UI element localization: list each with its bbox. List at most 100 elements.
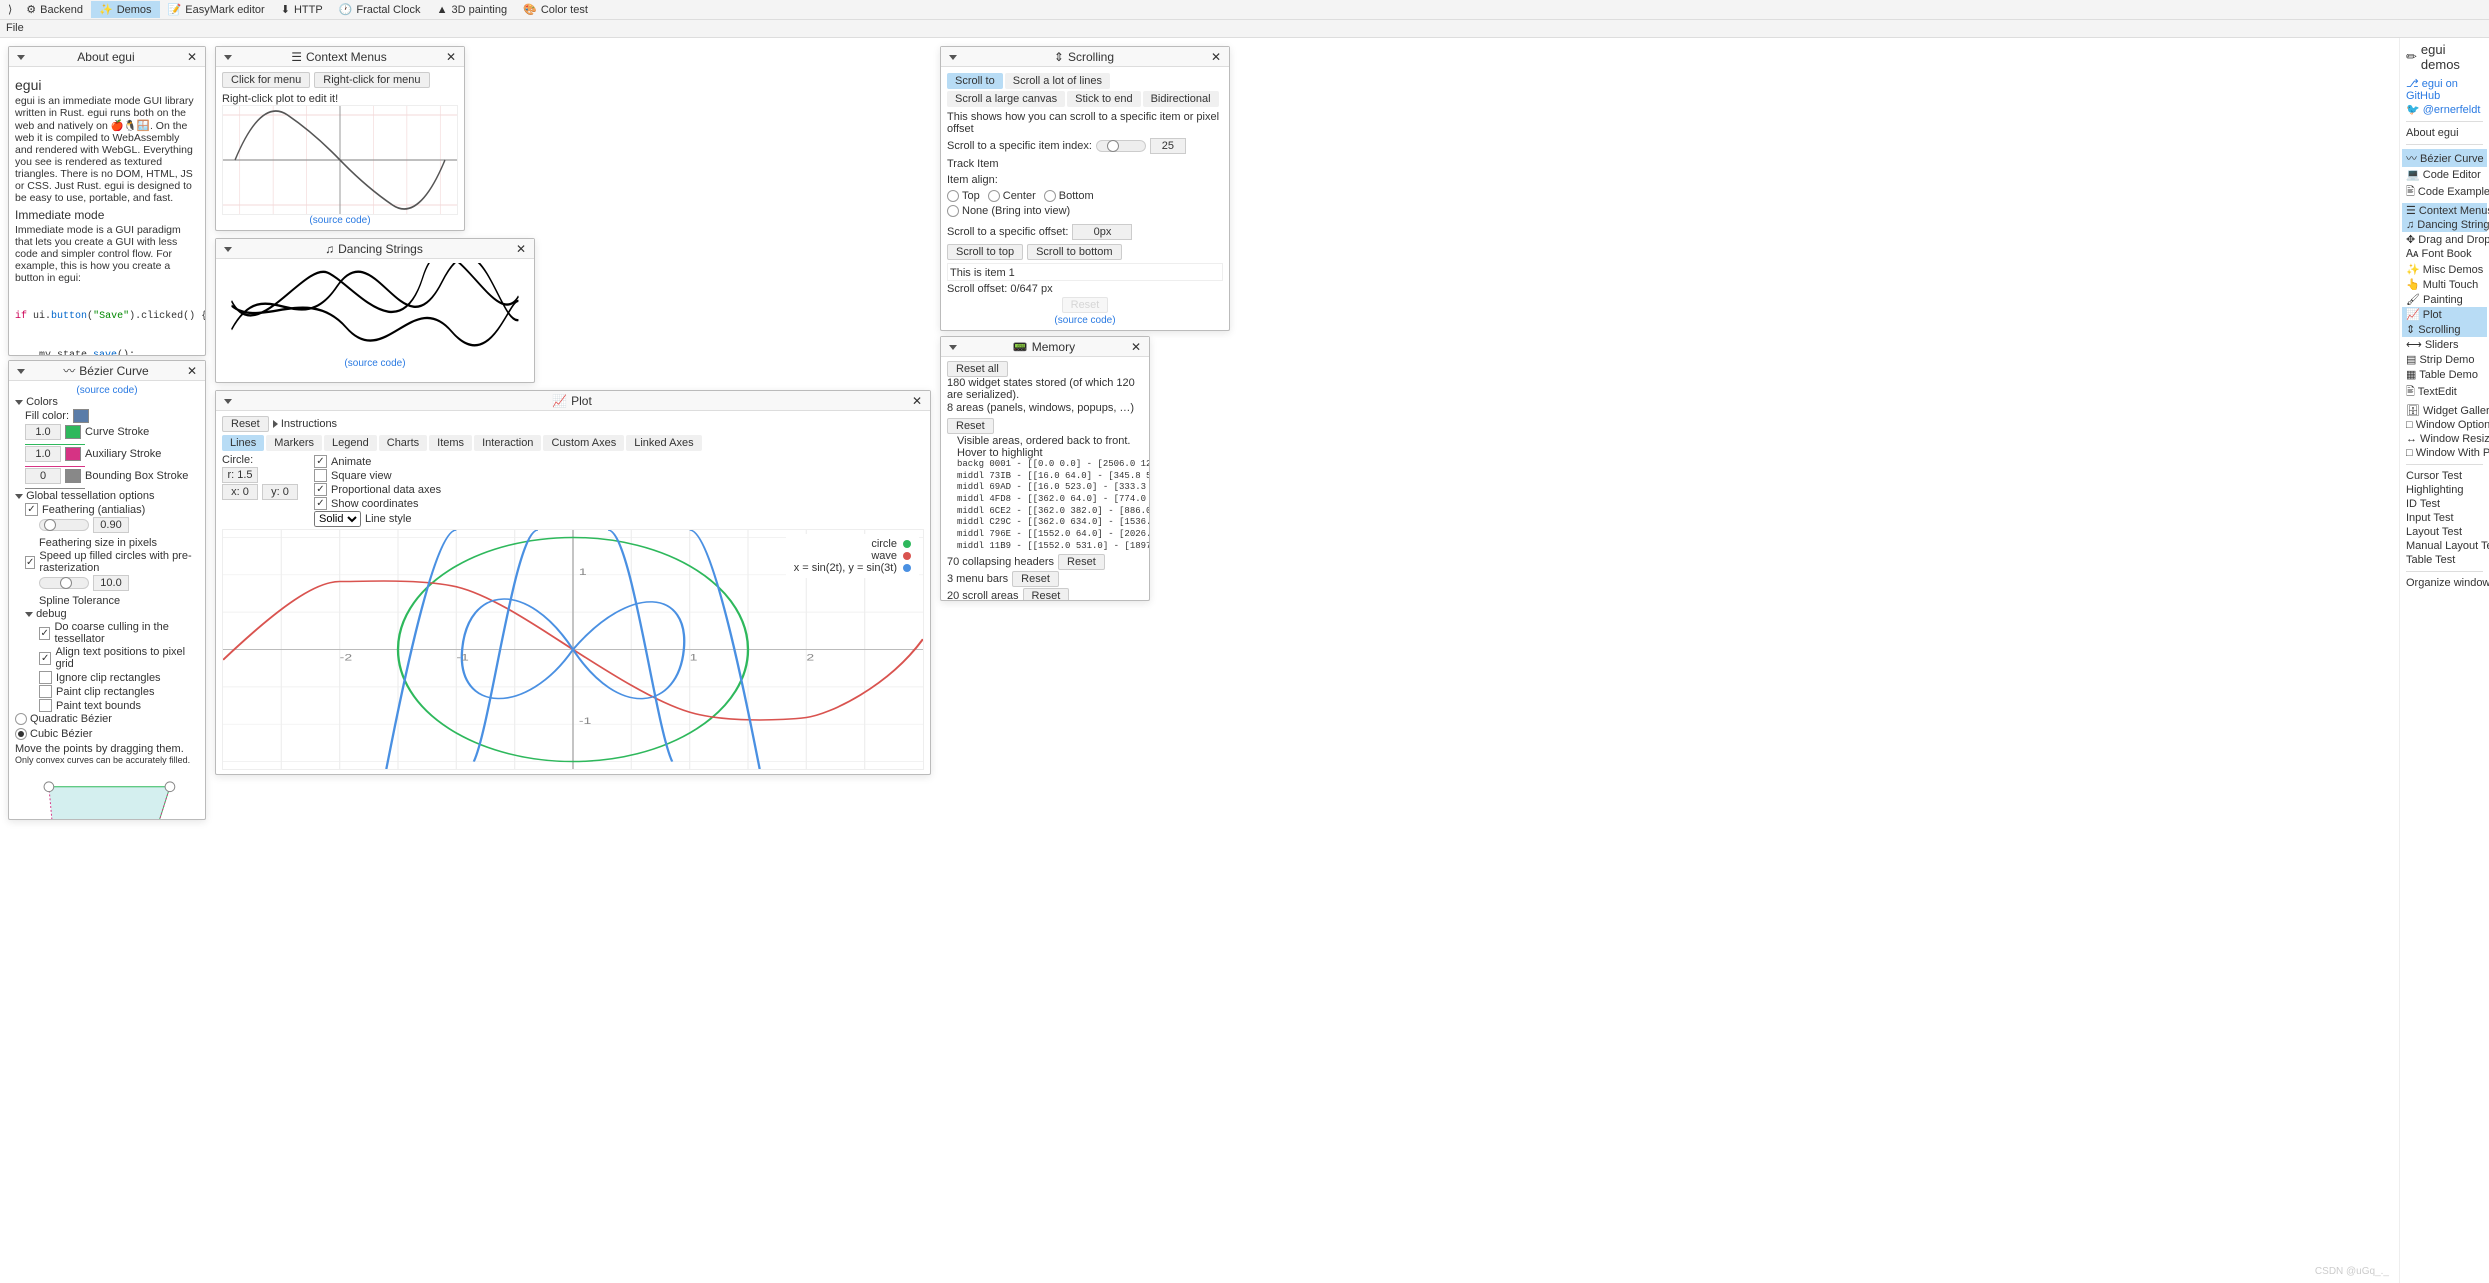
collapse-icon[interactable]	[220, 50, 236, 64]
reset-all-btn[interactable]: Reset all	[947, 361, 1008, 377]
cubic-radio[interactable]: Cubic Bézier	[15, 728, 92, 740]
areas-reset-btn[interactable]: Reset	[947, 418, 994, 434]
sidebar-item[interactable]: 🖹 TextEdit	[2402, 382, 2487, 403]
x-input[interactable]: x: 0	[222, 484, 258, 500]
sidebar-item[interactable]: 🖌 Painting	[2402, 292, 2487, 307]
plot-reset-btn[interactable]: Reset	[222, 416, 269, 432]
stroke-val[interactable]: 1.0	[25, 446, 61, 462]
collapse-icon[interactable]	[220, 394, 236, 408]
align-radio[interactable]: None (Bring into view)	[947, 205, 1070, 217]
debug-check[interactable]: Paint clip rectangles	[39, 685, 199, 698]
top-tab-http[interactable]: ⬇ HTTP	[273, 1, 331, 18]
sidebar-item[interactable]: ▦ Table Demo	[2402, 367, 2487, 382]
sidebar-test[interactable]: Cursor Test	[2402, 469, 2487, 483]
sidebar-item[interactable]: ⟷ Sliders	[2402, 337, 2487, 352]
tess-header[interactable]: Global tessellation options	[15, 490, 199, 502]
close-icon[interactable]: ✕	[183, 50, 201, 64]
debug-header[interactable]: debug	[25, 608, 199, 620]
sidebar-item[interactable]: 🗛 Font Book	[2402, 247, 2487, 262]
coord-check[interactable]: Show coordinates	[314, 497, 441, 510]
top-tab-fractal-clock[interactable]: 🕐 Fractal Clock	[331, 1, 429, 18]
offset-val[interactable]: 0px	[1072, 224, 1132, 240]
align-radio[interactable]: Bottom	[1044, 190, 1094, 202]
sidebar-item[interactable]: ▤ Strip Demo	[2402, 352, 2487, 367]
scrollareas-reset[interactable]: Reset	[1023, 588, 1070, 601]
source-link[interactable]: (source code)	[222, 215, 458, 226]
sidebar-link[interactable]: 🐦 @ernerfeldt	[2406, 103, 2483, 116]
sidebar-test[interactable]: Table Test	[2402, 553, 2487, 567]
sidebar-test[interactable]: Input Test	[2402, 511, 2487, 525]
sidebar-about[interactable]: About egui	[2402, 126, 2487, 140]
menu-file[interactable]: File	[6, 22, 24, 34]
top-tab-easymark-editor[interactable]: 📝 EasyMark editor	[160, 1, 273, 18]
top-tab-backend[interactable]: ⚙ Backend	[18, 1, 91, 18]
stroke-swatch[interactable]	[65, 425, 81, 439]
collapse-icon[interactable]	[220, 242, 236, 256]
fill-swatch[interactable]	[73, 409, 89, 423]
plot-instructions[interactable]: Instructions	[273, 418, 337, 430]
sidebar-item[interactable]: 💻 Code Editor	[2402, 167, 2487, 182]
speedup-slider[interactable]	[39, 577, 89, 589]
sidebar-item[interactable]: 〰 Bézier Curve	[2402, 149, 2487, 167]
source-link[interactable]: (source code)	[15, 385, 199, 396]
feather-slider[interactable]	[39, 519, 89, 531]
align-radio[interactable]: Top	[947, 190, 980, 202]
scroll-tab[interactable]: Scroll a large canvas	[947, 91, 1065, 107]
click-menu-btn[interactable]: Click for menu	[222, 72, 310, 88]
close-icon[interactable]: ✕	[512, 242, 530, 256]
stroke-swatch[interactable]	[65, 469, 81, 483]
sidebar-test[interactable]: Manual Layout Test	[2402, 539, 2487, 553]
close-icon[interactable]: ✕	[1127, 340, 1145, 354]
ctx-plot[interactable]	[222, 105, 458, 215]
colors-header[interactable]: Colors	[15, 396, 199, 408]
collapse-icon[interactable]	[945, 50, 961, 64]
scroll-top-btn[interactable]: Scroll to top	[947, 244, 1023, 260]
sidebar-item[interactable]: □ Window Options	[2402, 418, 2487, 432]
debug-check[interactable]: Ignore clip rectangles	[39, 671, 199, 684]
sidebar-test[interactable]: Highlighting	[2402, 483, 2487, 497]
scroll-tab[interactable]: Scroll a lot of lines	[1005, 73, 1110, 89]
r-input[interactable]: r: 1.5	[222, 467, 258, 483]
square-check[interactable]: Square view	[314, 469, 441, 482]
speedup-val[interactable]: 10.0	[93, 575, 129, 591]
collapse-icon[interactable]	[945, 340, 961, 354]
bezier-canvas[interactable]	[15, 765, 199, 819]
plot-tab[interactable]: Items	[429, 435, 472, 451]
top-tab-color-test[interactable]: 🎨 Color test	[515, 1, 596, 18]
linestyle-select[interactable]: Solid	[314, 511, 361, 527]
close-icon[interactable]: ✕	[1207, 50, 1225, 64]
feather-val[interactable]: 0.90	[93, 517, 129, 533]
rclick-menu-btn[interactable]: Right-click for menu	[314, 72, 429, 88]
menubars-reset[interactable]: Reset	[1012, 571, 1059, 587]
sidebar-link[interactable]: ⎇ egui on GitHub	[2406, 77, 2483, 102]
sidebar-item[interactable]: 🖹 Code Example	[2402, 182, 2487, 203]
y-input[interactable]: y: 0	[262, 484, 298, 500]
plot-tab[interactable]: Charts	[379, 435, 427, 451]
debug-check[interactable]: Do coarse culling in the tessellator	[39, 621, 199, 645]
scroll-reset-btn[interactable]: Reset	[1062, 297, 1109, 313]
top-tab-3d-painting[interactable]: ▲ 3D painting	[429, 1, 516, 18]
stroke-val[interactable]: 1.0	[25, 424, 61, 440]
sidx-val[interactable]: 25	[1150, 138, 1186, 154]
sidebar-item[interactable]: □ Window With Panels	[2402, 446, 2487, 460]
sidebar-item[interactable]: ✨ Misc Demos	[2402, 262, 2487, 277]
plot-tab[interactable]: Lines	[222, 435, 264, 451]
scroll-tab[interactable]: Scroll to	[947, 73, 1003, 89]
sidebar-item[interactable]: ↔ Window Resize	[2402, 432, 2487, 446]
scroll-tab[interactable]: Stick to end	[1067, 91, 1140, 107]
collapsing-reset[interactable]: Reset	[1058, 554, 1105, 570]
sidebar-item[interactable]: 👆 Multi Touch	[2402, 277, 2487, 292]
close-icon[interactable]: ✕	[908, 394, 926, 408]
plot-tab[interactable]: Interaction	[474, 435, 541, 451]
plot-tab[interactable]: Legend	[324, 435, 377, 451]
quad-radio[interactable]: Quadratic Bézier	[15, 713, 112, 725]
top-tab-demos[interactable]: ✨ Demos	[91, 1, 160, 18]
sidebar-item[interactable]: 📈 Plot	[2402, 307, 2487, 322]
sidebar-item[interactable]: ⇕ Scrolling	[2402, 322, 2487, 337]
stroke-val[interactable]: 0	[25, 468, 61, 484]
collapse-icon[interactable]	[13, 50, 29, 64]
scroll-bottom-btn[interactable]: Scroll to bottom	[1027, 244, 1121, 260]
sidebar-item[interactable]: ☰ Context Menus	[2402, 203, 2487, 218]
sidebar-item[interactable]: 🗄 Widget Gallery	[2402, 403, 2487, 418]
feather-check[interactable]: Feathering (antialias)	[25, 503, 199, 516]
